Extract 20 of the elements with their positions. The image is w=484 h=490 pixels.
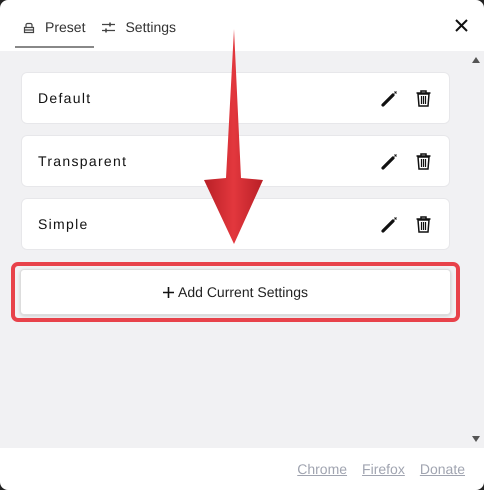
- trash-icon[interactable]: [416, 152, 431, 170]
- preset-card[interactable]: Simple: [21, 198, 450, 250]
- preset-card[interactable]: Transparent: [21, 135, 450, 187]
- plus-icon: [163, 286, 174, 298]
- preset-name: Simple: [38, 214, 90, 234]
- trash-icon[interactable]: [416, 216, 431, 232]
- magic-wand-icon[interactable]: [381, 90, 398, 106]
- scroll-up-icon[interactable]: [472, 57, 480, 63]
- tab[interactable]: Preset: [15, 10, 94, 48]
- sliders-icon: [102, 22, 116, 33]
- magic-wand-icon[interactable]: [381, 152, 398, 170]
- preset-name: Default: [38, 88, 92, 108]
- scroll-down-icon[interactable]: [472, 436, 480, 442]
- add-button[interactable]: Add Current Settings: [20, 269, 451, 315]
- preset-name: Transparent: [38, 152, 128, 171]
- tab[interactable]: Settings: [94, 10, 186, 48]
- trash-icon[interactable]: [416, 90, 431, 106]
- preset-card[interactable]: Default: [21, 72, 450, 124]
- magic-wand-icon[interactable]: [381, 216, 398, 232]
- close-icon[interactable]: [455, 19, 468, 32]
